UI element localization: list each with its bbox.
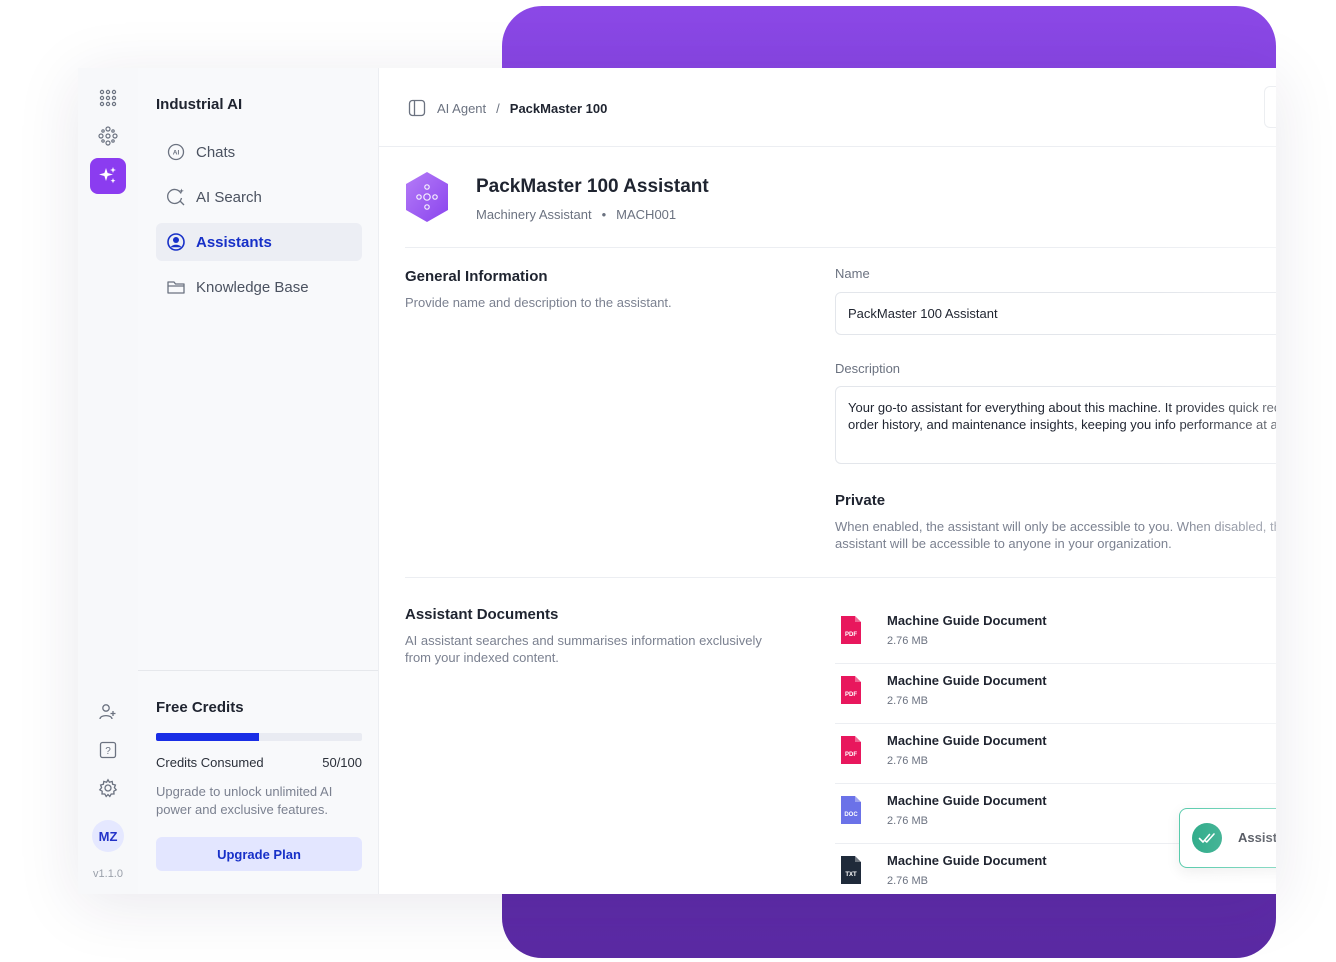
assistant-title: PackMaster 100 Assistant — [476, 176, 709, 197]
document-size: 2.76 MB — [887, 755, 928, 767]
sidebar-item-label: Assistants — [196, 233, 272, 251]
double-check-icon — [1192, 823, 1222, 853]
assistant-avatar-icon — [403, 170, 451, 224]
upgrade-plan-button[interactable]: Upgrade Plan — [156, 837, 362, 871]
document-row[interactable]: PDF Machine Guide Document 2.76 MB — [835, 723, 1276, 784]
document-name: Machine Guide Document — [887, 793, 1047, 808]
workspace-title: Industrial AI — [156, 96, 243, 113]
credits-row: Credits Consumed 50/100 — [156, 755, 362, 770]
sidebar: Industrial AI AI Chats AI Search Assista… — [138, 68, 379, 894]
sparkles-icon[interactable] — [90, 158, 126, 194]
sidebar-toggle-icon[interactable] — [407, 98, 427, 118]
txt-file-icon: TXT — [839, 855, 863, 885]
toast-text: Assist — [1238, 830, 1276, 845]
credits-progress-fill — [156, 733, 259, 741]
topbar-action-button[interactable] — [1264, 86, 1276, 128]
gear-icon[interactable] — [90, 770, 126, 806]
svg-text:PDF: PDF — [845, 632, 857, 638]
svg-text:?: ? — [105, 746, 111, 757]
document-row[interactable]: PDF Machine Guide Document 2.76 MB — [835, 603, 1276, 664]
breadcrumb: AI Agent / PackMaster 100 — [407, 98, 607, 118]
document-name: Machine Guide Document — [887, 853, 1047, 868]
assistant-code: MACH001 — [616, 207, 677, 222]
credits-progress-bar — [156, 733, 362, 741]
add-user-icon[interactable] — [90, 694, 126, 730]
icon-rail: ? MZ v1.1.0 — [78, 68, 139, 894]
name-label: Name — [835, 266, 870, 281]
description-label: Description — [835, 361, 901, 376]
modules-icon[interactable] — [90, 118, 126, 154]
document-size: 2.76 MB — [887, 635, 928, 647]
sidebar-item-ai-search[interactable]: AI Search — [156, 178, 362, 216]
assistant-subtitle: Machinery Assistant • MACH001 — [476, 207, 676, 222]
sidebar-item-label: Chats — [196, 143, 236, 161]
document-size: 2.76 MB — [887, 875, 928, 887]
name-input[interactable]: PackMaster 100 Assistant — [835, 292, 1276, 335]
documents-title: Assistant Documents — [405, 606, 559, 623]
svg-text:AI: AI — [173, 150, 180, 157]
document-size: 2.76 MB — [887, 815, 928, 827]
document-row[interactable]: PDF Machine Guide Document 2.76 MB — [835, 663, 1276, 724]
top-bar: AI Agent / PackMaster 100 — [379, 68, 1276, 147]
svg-text:PDF: PDF — [845, 752, 857, 758]
document-name: Machine Guide Document — [887, 733, 1047, 748]
sidebar-item-label: AI Search — [196, 188, 262, 206]
divider — [405, 577, 1276, 578]
toast-notification[interactable]: Assist — [1179, 808, 1276, 868]
sidebar-item-assistants[interactable]: Assistants — [156, 223, 362, 261]
credits-panel: Free Credits Credits Consumed 50/100 Upg… — [138, 670, 378, 894]
avatar[interactable]: MZ — [92, 820, 124, 852]
description-text: Your go-to assistant for everything abou… — [848, 400, 1276, 432]
credits-note: Upgrade to unlock unlimited AI power and… — [156, 784, 333, 817]
assistant-type: Machinery Assistant — [476, 207, 592, 222]
assistant-user-icon — [166, 232, 186, 252]
svg-text:PDF: PDF — [845, 692, 857, 698]
breadcrumb-separator: / — [496, 100, 500, 116]
document-size: 2.76 MB — [887, 695, 928, 707]
sidebar-item-label: Knowledge Base — [196, 278, 309, 296]
credits-title: Free Credits — [156, 699, 244, 716]
help-icon[interactable]: ? — [90, 732, 126, 768]
pdf-file-icon: PDF — [839, 735, 863, 765]
main-content: AI Agent / PackMaster 100 PackMaster 100… — [379, 68, 1276, 894]
doc-file-icon: DOC — [839, 795, 863, 825]
breadcrumb-parent[interactable]: AI Agent — [437, 101, 486, 116]
ai-search-icon — [166, 187, 186, 207]
breadcrumb-current: PackMaster 100 — [509, 100, 608, 116]
document-name: Machine Guide Document — [887, 613, 1047, 628]
documents-desc: AI assistant searches and summarises inf… — [405, 633, 762, 665]
separator-dot: • — [601, 207, 607, 222]
sidebar-item-knowledge-base[interactable]: Knowledge Base — [156, 268, 362, 306]
folder-icon — [166, 277, 186, 297]
svg-text:TXT: TXT — [845, 872, 857, 878]
general-info-desc: Provide name and description to the assi… — [405, 295, 672, 310]
svg-text:DOC: DOC — [844, 812, 858, 818]
general-info-title: General Information — [405, 268, 548, 285]
apps-grid-icon[interactable] — [90, 80, 126, 116]
description-textarea[interactable]: Your go-to assistant for everything abou… — [835, 386, 1276, 464]
app-version: v1.1.0 — [93, 868, 123, 880]
credits-label: Credits Consumed — [156, 755, 264, 770]
pdf-file-icon: PDF — [839, 675, 863, 705]
divider — [405, 247, 1276, 248]
document-name: Machine Guide Document — [887, 673, 1047, 688]
credits-count: 50/100 — [322, 755, 362, 770]
sidebar-item-chats[interactable]: AI Chats — [156, 133, 362, 171]
ai-chat-icon: AI — [166, 142, 186, 162]
private-desc: When enabled, the assistant will only be… — [835, 519, 1276, 551]
private-title: Private — [835, 492, 886, 509]
pdf-file-icon: PDF — [839, 615, 863, 645]
app-window: ? MZ v1.1.0 Industrial AI AI Chats AI Se… — [78, 68, 1276, 894]
